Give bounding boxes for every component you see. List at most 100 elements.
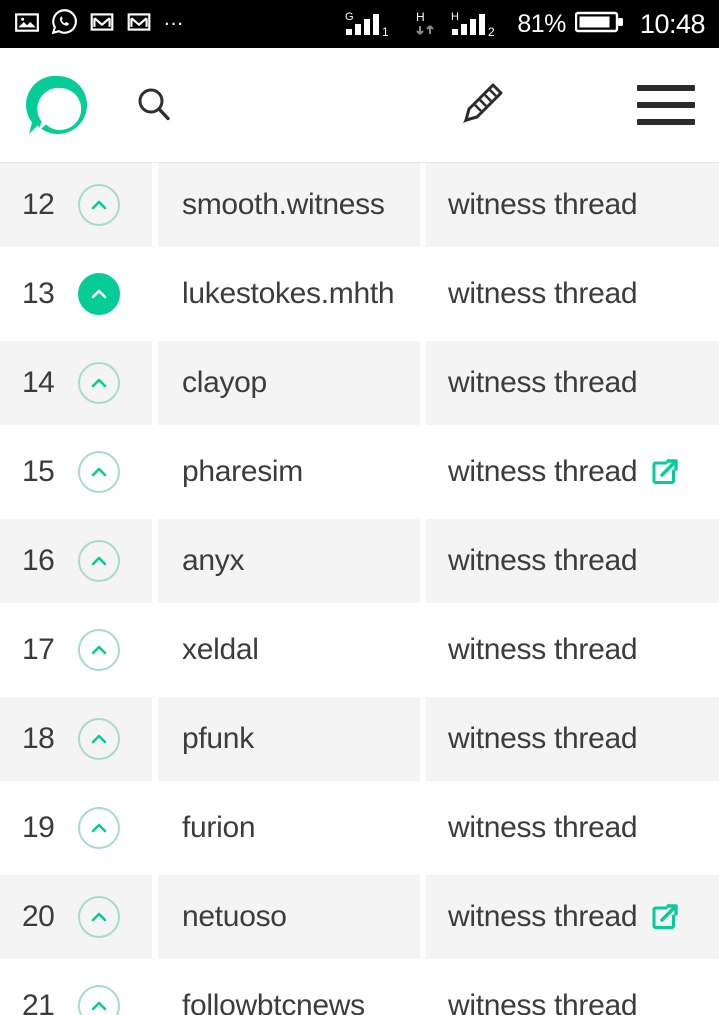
upvote-icon[interactable] [78, 985, 120, 1015]
witness-thread-label[interactable]: witness thread [448, 900, 638, 934]
upvote-icon[interactable] [78, 896, 120, 938]
external-link-icon[interactable] [650, 457, 680, 487]
table-row[interactable]: 21 followbtcnews witness thread [0, 964, 719, 1015]
upvote-icon[interactable] [78, 629, 120, 671]
rank-cell: 13 [0, 252, 152, 336]
rank-number: 17 [22, 633, 55, 666]
witness-name-cell[interactable]: smooth.witness [158, 163, 420, 247]
witness-thread-cell[interactable]: witness thread [426, 252, 719, 336]
menu-bar-2 [637, 102, 695, 108]
witness-thread-cell[interactable]: witness thread [426, 875, 719, 959]
witness-name-cell[interactable]: lukestokes.mhth [158, 252, 420, 336]
witness-thread-label[interactable]: witness thread [448, 989, 638, 1015]
rank-number: 21 [22, 989, 55, 1015]
rank-cell: 21 [0, 964, 152, 1015]
table-row[interactable]: 16 anyx witness thread [0, 519, 719, 603]
menu-bar-3 [637, 119, 695, 125]
data-network-label: H [416, 10, 425, 24]
sim1-signal-icon: G 1 [344, 9, 402, 39]
menu-bar-1 [637, 85, 695, 91]
witness-thread-cell[interactable]: witness thread [426, 697, 719, 781]
table-row[interactable]: 13 lukestokes.mhth witness thread [0, 252, 719, 336]
rank-cell: 14 [0, 341, 152, 425]
table-row[interactable]: 20 netuoso witness thread [0, 875, 719, 959]
witness-thread-cell[interactable]: witness thread [426, 964, 719, 1015]
upvote-icon[interactable] [78, 718, 120, 760]
witness-name-label: furion [182, 811, 256, 844]
rank-number: 19 [22, 811, 55, 844]
witness-thread-cell[interactable]: witness thread [426, 163, 719, 247]
upvote-icon[interactable] [78, 451, 120, 493]
witness-name-label: netuoso [182, 900, 287, 933]
rank-number: 15 [22, 455, 55, 488]
witness-name-cell[interactable]: pharesim [158, 430, 420, 514]
upvote-icon[interactable] [78, 184, 120, 226]
status-bar-system: G 1 H H 2 81% 10:48 [344, 8, 705, 41]
upvote-icon[interactable] [78, 362, 120, 404]
status-bar: … G 1 H H 2 81% 10:48 [0, 0, 719, 48]
rank-cell: 15 [0, 430, 152, 514]
witness-thread-label[interactable]: witness thread [448, 366, 638, 400]
witness-thread-cell[interactable]: witness thread [426, 608, 719, 692]
hamburger-menu-icon[interactable] [637, 81, 695, 129]
battery-percent-label: 81% [517, 9, 566, 38]
rank-cell: 18 [0, 697, 152, 781]
table-row[interactable]: 15 pharesim witness thread [0, 430, 719, 514]
witness-name-cell[interactable]: anyx [158, 519, 420, 603]
rank-number: 13 [22, 277, 55, 310]
table-row[interactable]: 18 pfunk witness thread [0, 697, 719, 781]
search-icon[interactable] [128, 79, 180, 131]
whatsapp-icon [51, 8, 78, 40]
rank-number: 12 [22, 188, 55, 221]
app-header [0, 48, 719, 163]
table-row[interactable]: 12 smooth.witness witness thread [0, 163, 719, 247]
witness-name-label: clayop [182, 366, 267, 399]
rank-number: 18 [22, 722, 55, 755]
steemit-logo[interactable] [24, 71, 92, 139]
witness-name-cell[interactable]: netuoso [158, 875, 420, 959]
external-link-icon[interactable] [650, 902, 680, 932]
battery-icon [574, 8, 625, 41]
witness-thread-cell[interactable]: witness thread [426, 786, 719, 870]
witness-name-label: xeldal [182, 633, 259, 666]
table-row[interactable]: 17 xeldal witness thread [0, 608, 719, 692]
witness-thread-cell[interactable]: witness thread [426, 341, 719, 425]
rank-cell: 17 [0, 608, 152, 692]
gmail-icon [126, 9, 152, 40]
rank-cell: 19 [0, 786, 152, 870]
rank-cell: 16 [0, 519, 152, 603]
sim2-index-label: 2 [488, 25, 495, 39]
witness-name-cell[interactable]: xeldal [158, 608, 420, 692]
table-row[interactable]: 14 clayop witness thread [0, 341, 719, 425]
witness-thread-cell[interactable]: witness thread [426, 519, 719, 603]
clock-label: 10:48 [639, 8, 706, 39]
pencil-icon[interactable] [452, 76, 510, 134]
witness-thread-label[interactable]: witness thread [448, 722, 638, 756]
witness-name-cell[interactable]: followbtcnews [158, 964, 420, 1015]
witness-name-cell[interactable]: pfunk [158, 697, 420, 781]
witness-thread-label[interactable]: witness thread [448, 544, 638, 578]
witness-name-cell[interactable]: furion [158, 786, 420, 870]
witness-name-label: anyx [182, 544, 245, 577]
witness-name-cell[interactable]: clayop [158, 341, 420, 425]
witness-name-label: followbtcnews [182, 989, 365, 1015]
table-row[interactable]: 19 furion witness thread [0, 786, 719, 870]
witness-name-label: lukestokes.mhth [182, 277, 395, 310]
rank-number: 14 [22, 366, 55, 399]
upvote-icon-active[interactable] [78, 273, 120, 315]
witness-thread-label[interactable]: witness thread [448, 811, 638, 845]
sim1-network-label: G [345, 11, 354, 23]
witness-thread-cell[interactable]: witness thread [426, 430, 719, 514]
rank-cell: 12 [0, 163, 152, 247]
upvote-icon[interactable] [78, 540, 120, 582]
witness-thread-label[interactable]: witness thread [448, 188, 638, 222]
witness-name-label: smooth.witness [182, 188, 385, 221]
rank-number: 16 [22, 544, 55, 577]
upvote-icon[interactable] [78, 807, 120, 849]
rank-number: 20 [22, 900, 55, 933]
rank-cell: 20 [0, 875, 152, 959]
witness-thread-label[interactable]: witness thread [448, 633, 638, 667]
data-transfer-icon: H [411, 9, 441, 39]
witness-thread-label[interactable]: witness thread [448, 277, 638, 311]
witness-thread-label[interactable]: witness thread [448, 455, 638, 489]
